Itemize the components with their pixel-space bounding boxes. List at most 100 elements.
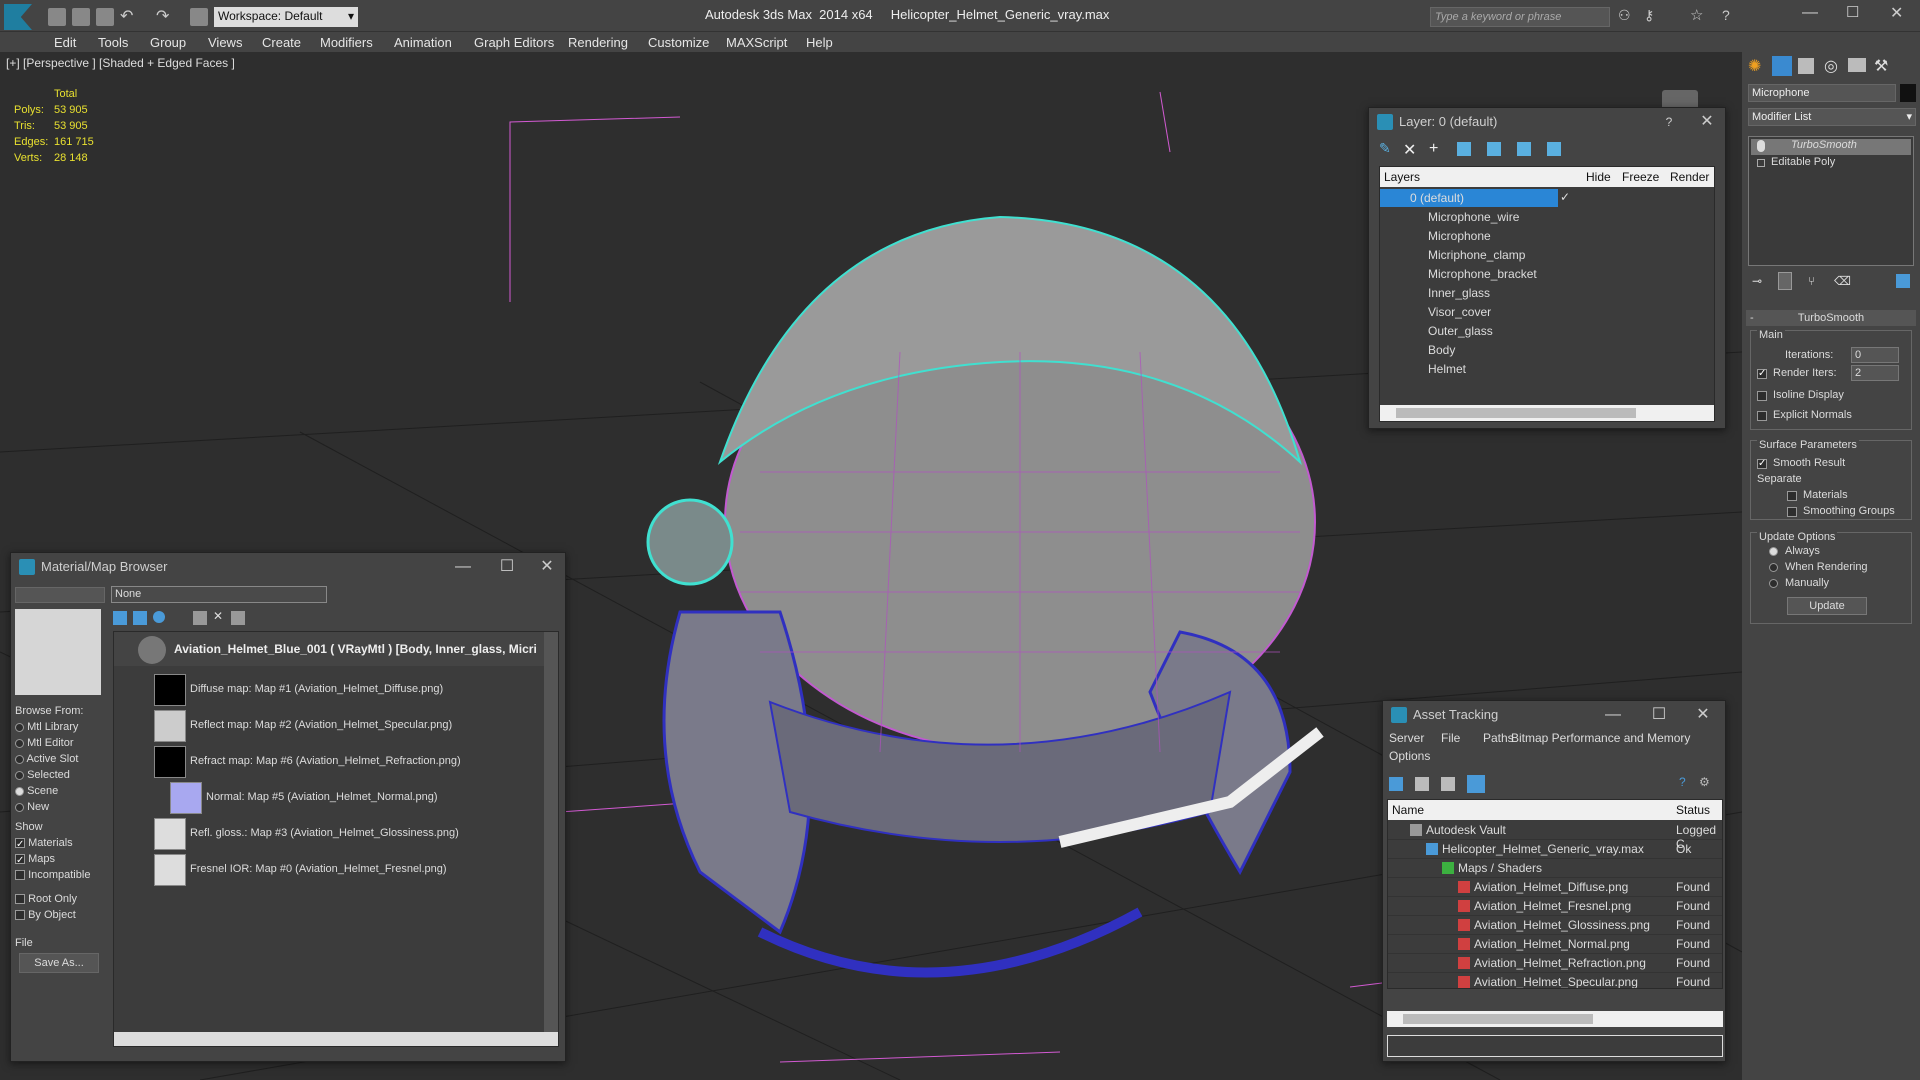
maximize-icon[interactable]: ☐ <box>487 553 527 581</box>
stack-item-editable-poly[interactable]: Editable Poly <box>1751 156 1911 172</box>
menu-bitmap-performance[interactable]: Bitmap Performance and Memory <box>1511 731 1690 745</box>
help-button[interactable]: ? <box>1649 108 1689 136</box>
show-maps[interactable]: Maps <box>15 851 101 867</box>
menu-help[interactable]: Help <box>806 35 833 50</box>
hierarchy-tab-icon[interactable] <box>1798 58 1814 74</box>
star-icon[interactable]: ☆ <box>1690 6 1703 24</box>
horizontal-scrollbar[interactable] <box>114 1032 558 1046</box>
pin-stack-icon[interactable]: ⊸ <box>1752 274 1762 288</box>
map-row[interactable]: Diffuse map: Map #1 (Aviation_Helmet_Dif… <box>138 674 538 708</box>
menu-group[interactable]: Group <box>150 35 186 50</box>
menu-modifiers[interactable]: Modifiers <box>320 35 373 50</box>
menu-options[interactable]: Options <box>1389 749 1430 763</box>
root-only[interactable]: Root Only <box>15 891 101 907</box>
maximize-icon[interactable]: ☐ <box>1639 701 1679 729</box>
col-status[interactable]: Status <box>1676 803 1710 817</box>
close-icon[interactable]: ✕ <box>1687 108 1727 136</box>
map-row[interactable]: Fresnel IOR: Map #0 (Aviation_Helmet_Fre… <box>138 854 538 888</box>
close-icon[interactable]: ✕ <box>1890 3 1903 23</box>
asset-row[interactable]: Aviation_Helmet_Fresnel.png Found <box>1388 897 1722 916</box>
asset-row[interactable]: Aviation_Helmet_Normal.png Found <box>1388 935 1722 954</box>
map-row[interactable]: Reflect map: Map #2 (Aviation_Helmet_Spe… <box>138 710 538 744</box>
menu-customize[interactable]: Customize <box>648 35 709 50</box>
project-folder-icon[interactable] <box>190 8 208 26</box>
render-iters-spinner[interactable]: 2 <box>1851 365 1899 381</box>
help-icon[interactable]: ? <box>1722 7 1730 23</box>
make-unique-icon[interactable]: ⑂ <box>1808 274 1815 288</box>
delete-icon[interactable]: ✕ <box>213 609 223 623</box>
sphere-icon[interactable] <box>153 611 165 623</box>
menu-server[interactable]: Server <box>1389 731 1424 745</box>
minimize-icon[interactable]: — <box>1802 4 1818 22</box>
viewport-label[interactable]: [+] [Perspective ] [Shaded + Edged Faces… <box>6 56 235 70</box>
new-file-icon[interactable] <box>48 8 66 26</box>
add-to-layer-icon[interactable]: + <box>1429 140 1438 158</box>
iterations-spinner[interactable]: 0 <box>1851 347 1899 363</box>
show-incompatible[interactable]: Incompatible <box>15 867 101 883</box>
close-icon[interactable]: ✕ <box>527 553 567 581</box>
col-hide[interactable]: Hide <box>1586 170 1611 184</box>
browse-active-slot[interactable]: Active Slot <box>15 751 101 767</box>
browse-mtl-editor[interactable]: Mtl Editor <box>15 735 101 751</box>
browse-mtl-library[interactable]: Mtl Library <box>15 719 101 735</box>
menu-maxscript[interactable]: MAXScript <box>726 35 787 50</box>
utilities-tab-icon[interactable]: ⚒ <box>1874 56 1888 76</box>
menu-rendering[interactable]: Rendering <box>568 35 628 50</box>
key-icon[interactable]: ⚷ <box>1644 7 1654 24</box>
close-icon[interactable]: ✕ <box>1683 701 1723 729</box>
modify-tab-icon[interactable] <box>1772 56 1792 76</box>
browse-scene[interactable]: Scene <box>15 783 101 799</box>
asset-row[interactable]: Aviation_Helmet_Diffuse.png Found <box>1388 878 1722 897</box>
when-rendering-radio[interactable] <box>1769 563 1778 572</box>
path-field[interactable] <box>1387 1035 1723 1057</box>
material-row[interactable]: Aviation_Helmet_Blue_001 ( VRayMtl ) [Bo… <box>114 632 544 666</box>
col-render[interactable]: Render <box>1670 170 1709 184</box>
minimize-icon[interactable]: — <box>1593 701 1633 729</box>
settings-icon[interactable]: ⚙ <box>1699 775 1710 789</box>
layer-row[interactable]: Inner_glass <box>1380 284 1714 303</box>
configure-sets-icon[interactable] <box>1896 274 1910 288</box>
hide-all-icon[interactable] <box>1517 142 1531 156</box>
layer-window-titlebar[interactable]: Layer: 0 (default) ? ✕ <box>1369 108 1725 136</box>
delete-layer-icon[interactable]: ✕ <box>1403 140 1416 160</box>
lightbulb-icon[interactable] <box>1757 140 1765 152</box>
menu-views[interactable]: Views <box>208 35 242 50</box>
layer-row[interactable]: Microphone_wire <box>1380 208 1714 227</box>
save-as-button[interactable]: Save As... <box>19 953 99 973</box>
smoothing-groups-checkbox[interactable] <box>1787 507 1797 517</box>
smooth-result-checkbox[interactable] <box>1757 459 1767 469</box>
show-end-result-icon[interactable] <box>1778 272 1792 290</box>
pick-material-icon[interactable] <box>193 611 207 625</box>
expand-icon[interactable] <box>1757 159 1765 167</box>
object-name-field[interactable]: Microphone <box>1748 84 1896 102</box>
asset-row[interactable]: Autodesk Vault Logged C <box>1388 821 1722 851</box>
menu-graph-editors[interactable]: Graph Editors <box>474 35 554 50</box>
asset-row[interactable]: Aviation_Helmet_Glossiness.png Found <box>1388 916 1722 935</box>
motion-tab-icon[interactable]: ◎ <box>1824 56 1838 76</box>
help-icon[interactable]: ? <box>1679 775 1686 789</box>
material-browser-titlebar[interactable]: Material/Map Browser — ☐ ✕ <box>11 553 565 581</box>
object-color-swatch[interactable] <box>1900 84 1916 102</box>
update-button[interactable]: Update <box>1787 597 1867 615</box>
asset-row[interactable]: Aviation_Helmet_Refraction.png Found <box>1388 954 1722 973</box>
open-file-icon[interactable] <box>72 8 90 26</box>
vertical-scrollbar[interactable] <box>544 632 558 1032</box>
highlight-layer-icon[interactable] <box>1487 142 1501 156</box>
layer-row[interactable]: Body <box>1380 341 1714 360</box>
menu-tools[interactable]: Tools <box>98 35 128 50</box>
layer-row[interactable]: Visor_cover <box>1380 303 1714 322</box>
modifier-list-dropdown[interactable]: Modifier List ▾ <box>1748 108 1916 126</box>
by-object[interactable]: By Object <box>15 907 101 923</box>
maximize-icon[interactable]: ☐ <box>1846 3 1859 21</box>
always-radio[interactable] <box>1769 547 1778 556</box>
layer-row[interactable]: Microphone <box>1380 227 1714 246</box>
layer-row[interactable]: Helmet <box>1380 360 1714 379</box>
materials-checkbox[interactable] <box>1787 491 1797 501</box>
layer-row[interactable]: Microphone_bracket <box>1380 265 1714 284</box>
thumbnail-view-icon[interactable] <box>1441 777 1455 791</box>
rollout-header[interactable]: - TurboSmooth <box>1746 310 1916 326</box>
layer-row[interactable]: 0 (default) ✓ <box>1380 189 1714 208</box>
material-search-input[interactable]: None <box>111 586 327 603</box>
app-logo[interactable] <box>4 4 32 30</box>
menu-paths[interactable]: Paths <box>1483 731 1514 745</box>
